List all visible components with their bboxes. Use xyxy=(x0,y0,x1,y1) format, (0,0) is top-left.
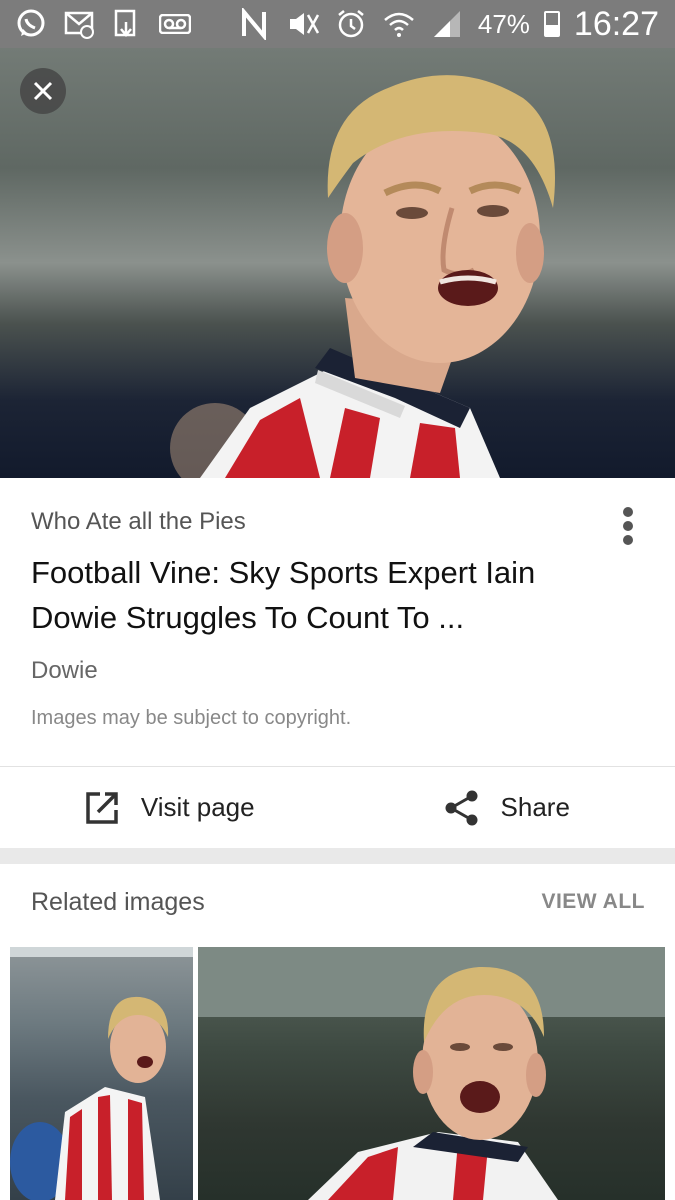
source-site[interactable]: Who Ate all the Pies xyxy=(31,508,246,536)
status-bar: 47% 16:27 xyxy=(0,0,675,48)
status-icons-right: 47% 16:27 xyxy=(238,5,659,44)
result-title[interactable]: Football Vine: Sky Sports Expert Iain Do… xyxy=(31,550,611,640)
battery-icon xyxy=(543,11,560,37)
result-info-card: Who Ate all the Pies Football Vine: Sky … xyxy=(0,478,675,766)
related-image-thumbnail[interactable] xyxy=(198,947,665,1200)
close-icon xyxy=(33,81,53,101)
voicemail-icon xyxy=(158,7,192,41)
related-images-title: Related images xyxy=(31,888,205,916)
battery-level xyxy=(545,24,558,35)
result-tag: Dowie xyxy=(31,657,98,684)
more-vert-icon xyxy=(623,507,633,545)
copyright-notice: Images may be subject to copyright. xyxy=(31,707,352,729)
download-icon xyxy=(110,7,144,41)
visit-page-label: Visit page xyxy=(140,792,255,822)
share-icon xyxy=(443,789,481,827)
hero-image[interactable] xyxy=(0,48,675,478)
share-button[interactable]: Share xyxy=(338,767,675,848)
message-icon xyxy=(62,7,96,41)
close-button[interactable] xyxy=(20,68,66,114)
wifi-icon xyxy=(382,7,416,41)
signal-icon xyxy=(430,7,464,41)
related-images-section: Related images VIEW ALL xyxy=(0,864,675,1200)
visit-page-button[interactable]: Visit page xyxy=(0,767,338,848)
view-all-link[interactable]: VIEW ALL xyxy=(541,890,645,914)
action-bar: Visit page Share xyxy=(0,766,675,848)
related-image-thumbnail[interactable] xyxy=(10,947,193,1200)
battery-percent: 47% xyxy=(477,8,530,39)
mute-icon xyxy=(286,7,320,41)
open-in-new-icon xyxy=(83,789,121,827)
clock: 16:27 xyxy=(573,4,659,43)
status-icons-left xyxy=(14,7,192,41)
more-options-button[interactable] xyxy=(612,504,644,553)
alarm-icon xyxy=(334,7,368,41)
whatsapp-icon xyxy=(14,7,48,41)
share-label: Share xyxy=(500,792,570,822)
player-thumbnail-photo xyxy=(198,947,665,1200)
player-thumbnail-photo xyxy=(10,947,193,1200)
image-viewer: 47% 16:27 Who Ate all the Pies Football … xyxy=(0,0,675,1200)
player-photo xyxy=(170,75,555,478)
nfc-icon xyxy=(238,7,272,41)
